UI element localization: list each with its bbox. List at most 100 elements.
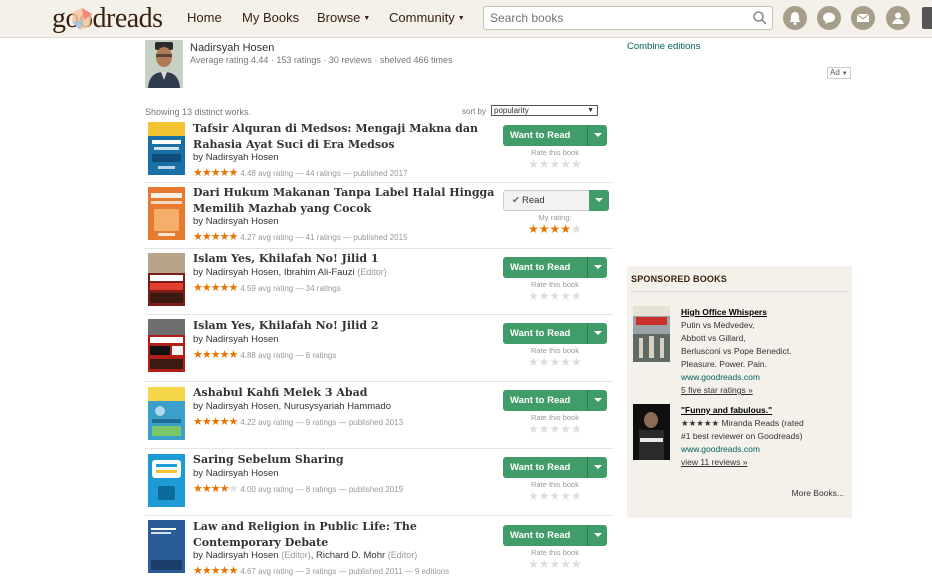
author-link[interactable]: Nadirsyah Hosen (206, 152, 279, 163)
reviews-link[interactable]: view 11 reviews » (681, 456, 846, 469)
author-link[interactable]: Nadirsyah Hosen, Ibrahim Ali-Fauzi (206, 267, 355, 278)
nav-community[interactable]: Community ▼ (389, 10, 465, 25)
rate-label: Rate this book (531, 480, 579, 489)
want-to-read-button[interactable]: Want to Read (503, 125, 607, 146)
book-title[interactable]: Islam Yes, Khilafah No! Jilid 1 (193, 251, 498, 267)
nav-my-books[interactable]: My Books (242, 10, 299, 25)
works-count: Showing 13 distinct works. (145, 107, 252, 117)
shelf-dropdown-icon[interactable] (587, 257, 607, 278)
search-box[interactable] (483, 6, 773, 30)
book-title[interactable]: Ashabul Kahfi Melek 3 Abad (193, 385, 498, 401)
sponsored-book-cover[interactable] (633, 306, 670, 362)
sort-label: sort by (462, 107, 487, 116)
author-stats: Average rating 4.44 · 153 ratings · 30 r… (190, 55, 453, 65)
book-row: Islam Yes, Khilafah No! Jilid 2 by Nadir… (145, 315, 613, 382)
search-icon[interactable] (752, 10, 768, 26)
author-link[interactable]: Nadirsyah Hosen, Nurusysyariah Hammado (206, 401, 391, 412)
book-title[interactable]: Dari Hukum Makanan Tanpa Label Halal Hin… (193, 185, 498, 216)
book-authors: by Nadirsyah Hosen, Ibrahim Ali-Fauzi (E… (193, 267, 387, 278)
notifications-icon[interactable] (783, 6, 807, 30)
rate-label: Rate this book (531, 148, 579, 157)
want-to-read-button[interactable]: Want to Read (503, 525, 607, 546)
combine-editions-link[interactable]: Combine editions (627, 41, 700, 52)
messages-icon[interactable] (851, 6, 875, 30)
sort-select[interactable]: popularity ▼ (491, 105, 598, 116)
book-title[interactable]: Islam Yes, Khilafah No! Jilid 2 (193, 318, 498, 334)
shelf-dropdown-icon[interactable] (587, 525, 607, 546)
rate-label: Rate this book (531, 346, 579, 355)
sponsored-book-info: High Office Whispers Putin vs Medvedev, … (681, 306, 846, 397)
book-cover[interactable] (148, 253, 185, 306)
book-meta: ★★★★★ 4.59 avg rating — 34 ratings (193, 282, 341, 294)
user-avatar[interactable] (922, 7, 932, 29)
author-name[interactable]: Nadirsyah Hosen (190, 42, 274, 54)
ad-badge[interactable]: Ad ▼ (827, 67, 851, 79)
shelf-dropdown-icon[interactable] (587, 457, 607, 478)
caret-down-icon: ▼ (457, 15, 465, 22)
rating-stars-input[interactable]: ★★★★★ (528, 157, 582, 171)
my-rating-stars[interactable]: ★★★★★ (528, 222, 582, 236)
logo-graphic-icon (72, 8, 92, 30)
book-authors: by Nadirsyah Hosen (193, 468, 279, 479)
shelf-dropdown-icon[interactable] (587, 125, 607, 146)
avg-rating-stars: ★★★★★ (193, 231, 238, 243)
sponsored-url[interactable]: www.goodreads.com (681, 371, 846, 384)
book-meta: ★★★★★ 4.27 avg rating — 41 ratings — publ… (193, 231, 408, 243)
book-cover[interactable] (148, 319, 185, 372)
sponsored-url[interactable]: www.goodreads.com (681, 443, 846, 456)
nav-home[interactable]: Home (187, 10, 222, 25)
search-input[interactable] (484, 7, 734, 29)
avg-rating-stars: ★★★★★ (193, 483, 238, 495)
divider (631, 291, 848, 292)
avg-rating-stars: ★★★★★ (193, 349, 238, 361)
author-photo[interactable] (145, 40, 183, 88)
sponsored-book-cover[interactable] (633, 404, 670, 460)
more-books-link[interactable]: More Books... (792, 488, 844, 498)
shelf-dropdown-icon[interactable] (587, 323, 607, 344)
avg-rating-stars: ★★★★★ (193, 416, 238, 428)
ratings-link[interactable]: 5 five star ratings » (681, 384, 846, 397)
want-to-read-button[interactable]: Want to Read (503, 257, 607, 278)
want-to-read-button[interactable]: Want to Read (503, 390, 607, 411)
read-status-button[interactable]: ✔ Read (503, 190, 609, 211)
book-cover[interactable] (148, 520, 185, 573)
book-meta: ★★★★★ 4.48 avg rating — 44 ratings — publ… (193, 167, 408, 179)
rate-label: Rate this book (531, 548, 579, 557)
book-cover[interactable] (148, 187, 185, 240)
book-title[interactable]: Tafsir Alquran di Medsos: Mengaji Makna … (193, 121, 498, 152)
author-link[interactable]: Nadirsyah Hosen (206, 550, 279, 561)
sponsored-book-title[interactable]: "Funny and fabulous." (681, 404, 846, 417)
chevron-down-icon: ▼ (841, 71, 848, 77)
book-title[interactable]: Law and Religion in Public Life: The Con… (193, 519, 498, 550)
sponsored-book-info: "Funny and fabulous." ★★★★★ Miranda Read… (681, 404, 846, 469)
rating-stars-input[interactable]: ★★★★★ (528, 557, 582, 571)
rating-stars-input[interactable]: ★★★★★ (528, 489, 582, 503)
book-meta: ★★★★★ 4.00 avg rating — 8 ratings — publi… (193, 483, 404, 495)
book-cover[interactable] (148, 387, 185, 440)
sponsored-book-title[interactable]: High Office Whispers (681, 306, 846, 319)
rating-stars-input[interactable]: ★★★★★ (528, 422, 582, 436)
want-to-read-button[interactable]: Want to Read (503, 323, 607, 344)
goodreads-logo[interactable]: goodreads (52, 3, 163, 35)
want-to-read-button[interactable]: Want to Read (503, 457, 607, 478)
logo-text: goodreads (52, 3, 163, 34)
author-link[interactable]: Nadirsyah Hosen (206, 468, 279, 479)
rating-stars-input[interactable]: ★★★★★ (528, 289, 582, 303)
shelf-dropdown-icon[interactable] (587, 390, 607, 411)
shelf-dropdown-icon[interactable] (589, 190, 609, 211)
book-cover[interactable] (148, 454, 185, 507)
book-authors: by Nadirsyah Hosen (193, 334, 279, 345)
friends-icon[interactable] (886, 6, 910, 30)
discussions-icon[interactable] (817, 6, 841, 30)
book-authors: by Nadirsyah Hosen, Nurusysyariah Hammad… (193, 401, 392, 412)
rating-stars-input[interactable]: ★★★★★ (528, 355, 582, 369)
author-link[interactable]: Nadirsyah Hosen (206, 334, 279, 345)
author-link[interactable]: Nadirsyah Hosen (206, 216, 279, 227)
book-title[interactable]: Saring Sebelum Sharing (193, 452, 498, 468)
book-meta: ★★★★★ 4.67 avg rating — 3 ratings — publi… (193, 565, 450, 577)
caret-down-icon: ▼ (363, 15, 371, 22)
book-cover[interactable] (148, 122, 185, 175)
dropdown-arrow-icon: ▼ (587, 107, 594, 114)
author-link[interactable]: , Richard D. Mohr (311, 550, 385, 561)
nav-browse[interactable]: Browse ▼ (317, 10, 370, 25)
